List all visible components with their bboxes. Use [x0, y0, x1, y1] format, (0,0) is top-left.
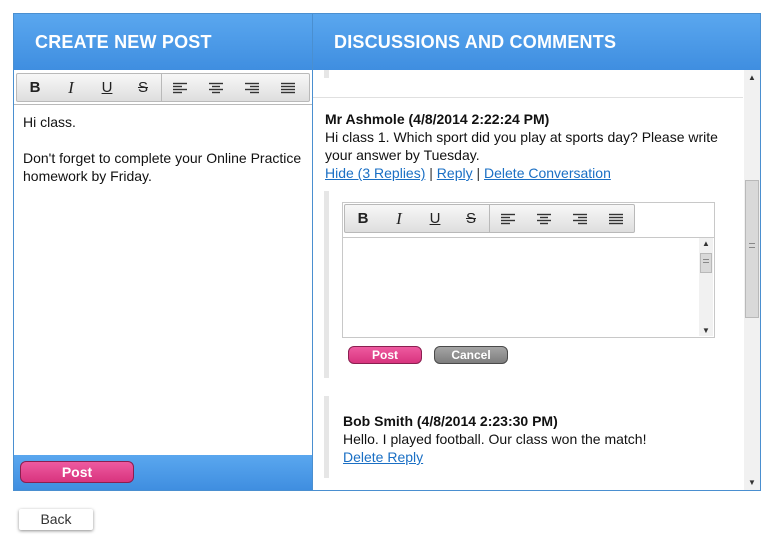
editor-line: Don't forget to complete your Online Pra…	[23, 150, 302, 184]
align-right-button[interactable]	[562, 205, 598, 232]
align-left-button[interactable]	[490, 205, 526, 232]
justify-icon	[281, 82, 295, 93]
discussion-panel: DISCUSSIONS AND COMMENTS Mr Ashmole (4/8…	[312, 13, 761, 491]
align-left-button[interactable]	[162, 74, 198, 101]
scroll-thumb[interactable]	[700, 253, 712, 273]
separator: |	[476, 165, 481, 181]
justify-button[interactable]	[270, 74, 306, 101]
create-post-title: CREATE NEW POST	[14, 14, 312, 70]
italic-button[interactable]: I	[381, 205, 417, 232]
align-center-icon	[537, 213, 551, 224]
reply-alignment-group	[490, 205, 634, 232]
strikethrough-button[interactable]: S	[125, 74, 161, 101]
reply-text-style-group: B I U S	[345, 205, 490, 232]
justify-icon	[609, 213, 623, 224]
reply-post-button[interactable]: Post	[348, 346, 422, 364]
reply-author: Bob Smith (4/8/2014 2:23:30 PM)	[343, 413, 558, 429]
align-right-icon	[573, 213, 587, 224]
create-post-panel: CREATE NEW POST B I U S Hi class. Don't …	[13, 13, 313, 491]
align-center-icon	[209, 82, 223, 93]
hide-replies-link[interactable]: Hide (3 Replies)	[325, 165, 425, 181]
text-style-group: B I U S	[17, 74, 162, 101]
bold-button[interactable]: B	[345, 205, 381, 232]
separator: |	[429, 165, 433, 181]
strikethrough-button[interactable]: S	[453, 205, 489, 232]
align-right-button[interactable]	[234, 74, 270, 101]
delete-reply-link[interactable]: Delete Reply	[343, 448, 723, 466]
italic-button[interactable]: I	[53, 74, 89, 101]
align-center-button[interactable]	[198, 74, 234, 101]
message-text: Hi class 1. Which sport did you play at …	[325, 129, 718, 163]
scroll-thumb[interactable]	[745, 180, 759, 318]
scroll-down-arrow-icon[interactable]: ▼	[748, 478, 756, 487]
reply-cancel-button[interactable]: Cancel	[434, 346, 508, 364]
editor-line: Hi class.	[23, 114, 76, 130]
bold-button[interactable]: B	[17, 74, 53, 101]
discussion-title: DISCUSSIONS AND COMMENTS	[313, 14, 760, 70]
reply-editor-toolbar: B I U S	[344, 204, 635, 233]
alignment-group	[162, 74, 306, 101]
discussion-scrollbar[interactable]: ▲ ▼	[744, 70, 760, 490]
reply-editor-block: B I U S ▲ ▼ Post Cancel	[324, 191, 715, 378]
message-author: Mr Ashmole (4/8/2014 2:22:24 PM)	[325, 111, 550, 127]
create-post-footer: Post	[14, 455, 312, 490]
reply-item: Bob Smith (4/8/2014 2:23:30 PM) Hello. I…	[324, 396, 646, 478]
scroll-up-arrow-icon[interactable]: ▲	[702, 239, 710, 248]
editor-toolbar: B I U S	[16, 73, 310, 102]
underline-button[interactable]: U	[417, 205, 453, 232]
reply-link[interactable]: Reply	[437, 165, 473, 181]
reply-editor-scrollbar[interactable]: ▲ ▼	[699, 238, 713, 336]
reply-text: Hello. I played football. Our class won …	[343, 431, 647, 447]
align-center-button[interactable]	[526, 205, 562, 232]
message: Mr Ashmole (4/8/2014 2:22:24 PM) Hi clas…	[325, 110, 735, 182]
align-left-icon	[501, 213, 515, 224]
message-actions: Hide (3 Replies) | Reply | Delete Conver…	[325, 164, 735, 182]
delete-conversation-link[interactable]: Delete Conversation	[484, 165, 611, 181]
underline-button[interactable]: U	[89, 74, 125, 101]
back-button[interactable]: Back	[19, 509, 93, 530]
justify-button[interactable]	[598, 205, 634, 232]
reply-editor: B I U S ▲ ▼	[342, 202, 715, 338]
discussion-scroll-area: Mr Ashmole (4/8/2014 2:22:24 PM) Hi clas…	[313, 70, 743, 490]
post-button[interactable]: Post	[20, 461, 134, 483]
post-editor[interactable]: Hi class. Don't forget to complete your …	[14, 105, 312, 211]
scroll-down-arrow-icon[interactable]: ▼	[702, 326, 710, 335]
align-left-icon	[173, 82, 187, 93]
scroll-up-arrow-icon[interactable]: ▲	[748, 73, 756, 82]
align-right-icon	[245, 82, 259, 93]
